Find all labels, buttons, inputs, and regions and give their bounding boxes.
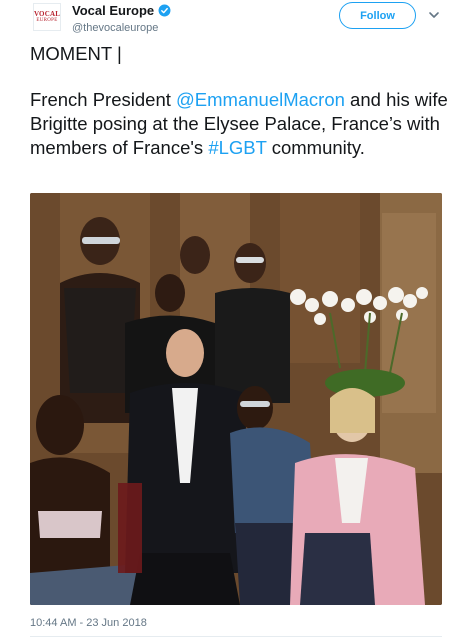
tweet-text-suffix: community. xyxy=(266,137,365,158)
chevron-down-icon[interactable] xyxy=(428,10,440,20)
tweet-paragraph-body: French President @EmmanuelMacron and his… xyxy=(30,88,450,160)
hashtag-link[interactable]: #LGBT xyxy=(208,137,266,158)
tweet-text-prefix: French President xyxy=(30,89,177,110)
display-name-text: Vocal Europe xyxy=(72,3,155,18)
display-name[interactable]: Vocal Europe xyxy=(72,3,171,18)
avatar[interactable]: VOCAL EUROPE xyxy=(33,3,61,31)
tweet-header: VOCAL EUROPE Vocal Europe @thevocaleurop… xyxy=(0,0,469,40)
tweet-photo[interactable] xyxy=(30,193,442,605)
tweet-text: MOMENT | French President @EmmanuelMacro… xyxy=(30,42,450,160)
tweet-timestamp[interactable]: 10:44 AM - 23 Jun 2018 xyxy=(30,617,147,629)
follow-button[interactable]: Follow xyxy=(339,2,416,29)
account-info[interactable]: Vocal Europe @thevocaleurope xyxy=(72,2,171,34)
tweet-paragraph-headline: MOMENT | xyxy=(30,43,122,64)
mention-link[interactable]: @EmmanuelMacron xyxy=(176,89,345,110)
group-photo-image xyxy=(30,193,442,605)
divider xyxy=(30,636,442,637)
avatar-logo-line2: EUROPE xyxy=(36,17,58,23)
verified-badge-icon xyxy=(158,4,171,17)
account-handle[interactable]: @thevocaleurope xyxy=(72,22,171,34)
avatar-logo-line1: VOCAL xyxy=(33,9,61,18)
